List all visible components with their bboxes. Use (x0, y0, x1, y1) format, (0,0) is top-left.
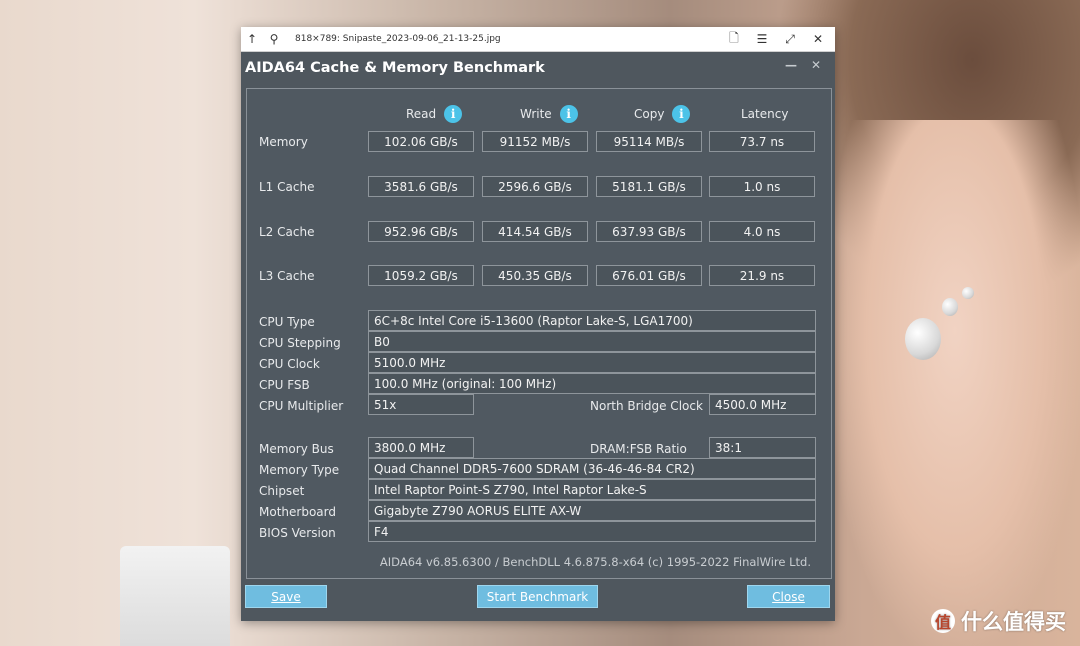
earring-pearl-tiny (962, 287, 974, 299)
row-label-l1: L1 Cache (259, 180, 315, 194)
minimize-icon[interactable]: — (785, 58, 797, 72)
document-icon[interactable]: 🗋 (723, 29, 745, 50)
window-titlebar: AIDA64 Cache & Memory Benchmark — ✕ (241, 52, 835, 84)
watermark-text: 什么值得买 (961, 610, 1066, 634)
up-arrow-icon[interactable]: ↑ (241, 32, 263, 46)
info-icon-write[interactable]: i (559, 105, 578, 123)
close-button-label: Close (772, 589, 805, 604)
cpu-stepping-value: B0 (368, 331, 816, 352)
close-window-icon[interactable]: ✕ (811, 58, 821, 72)
column-header-latency: Latency (741, 107, 788, 121)
l3-read-value: 1059.2 GB/s (368, 265, 474, 286)
dram-fsb-ratio-label: DRAM:FSB Ratio (590, 442, 687, 456)
l1-latency-value: 1.0 ns (709, 176, 815, 197)
write-label: Write (520, 107, 552, 121)
pin-icon[interactable]: ⚲ (263, 32, 285, 46)
l2-copy-value: 637.93 GB/s (596, 221, 702, 242)
close-icon[interactable]: ✕ (807, 32, 829, 46)
memory-write-value: 91152 MB/s (482, 131, 588, 152)
bios-version-value: F4 (368, 521, 816, 542)
l2-latency-value: 4.0 ns (709, 221, 815, 242)
start-benchmark-label: Start Benchmark (486, 589, 589, 604)
l1-read-value: 3581.6 GB/s (368, 176, 474, 197)
viewer-toolbar: ↑ ⚲ 818×789: Snipaste_2023-09-06_21-13-2… (241, 27, 835, 52)
memory-type-label: Memory Type (259, 463, 340, 477)
window-controls: — ✕ (785, 58, 821, 72)
chipset-value: Intel Raptor Point-S Z790, Intel Raptor … (368, 479, 816, 500)
save-button-label: Save (271, 589, 301, 604)
bios-version-label: BIOS Version (259, 526, 336, 540)
site-watermark: 值 什么值得买 (931, 606, 1066, 636)
cpu-clock-value: 5100.0 MHz (368, 352, 816, 373)
l2-read-value: 952.96 GB/s (368, 221, 474, 242)
background-cup (120, 546, 230, 646)
cpu-type-label: CPU Type (259, 315, 315, 329)
cpu-fsb-value: 100.0 MHz (original: 100 MHz) (368, 373, 816, 394)
column-header-read: Read i (406, 105, 463, 123)
window-title: AIDA64 Cache & Memory Benchmark (245, 60, 545, 76)
viewer-title: 818×789: Snipaste_2023-09-06_21-13-25.jp… (295, 34, 501, 44)
close-button[interactable]: Close (747, 585, 830, 608)
earring-pearl-large (905, 318, 941, 360)
watermark-logo-icon: 值 (931, 609, 955, 633)
cpu-clock-label: CPU Clock (259, 357, 320, 371)
copy-label: Copy (634, 107, 665, 121)
memory-copy-value: 95114 MB/s (596, 131, 702, 152)
expand-icon[interactable]: ⤢ (779, 32, 801, 47)
memory-read-value: 102.06 GB/s (368, 131, 474, 152)
memory-bus-label: Memory Bus (259, 442, 334, 456)
info-icon-read[interactable]: i (444, 105, 463, 123)
motherboard-value: Gigabyte Z790 AORUS ELITE AX-W (368, 500, 816, 521)
l3-copy-value: 676.01 GB/s (596, 265, 702, 286)
cpu-multiplier-value: 51x (368, 394, 474, 415)
latency-label: Latency (741, 107, 789, 121)
motherboard-label: Motherboard (259, 505, 336, 519)
chipset-label: Chipset (259, 484, 305, 498)
cpu-stepping-label: CPU Stepping (259, 336, 341, 350)
dram-fsb-ratio-value: 38:1 (709, 437, 816, 458)
column-header-write: Write i (520, 105, 578, 123)
list-icon[interactable]: ☰ (751, 32, 773, 46)
north-bridge-clock-label: North Bridge Clock (590, 399, 703, 413)
l3-write-value: 450.35 GB/s (482, 265, 588, 286)
north-bridge-clock-value: 4500.0 MHz (709, 394, 816, 415)
cpu-multiplier-label: CPU Multiplier (259, 399, 344, 413)
start-benchmark-button[interactable]: Start Benchmark (477, 585, 598, 608)
background-face (830, 120, 1080, 646)
row-label-memory: Memory (259, 135, 308, 149)
image-viewer-window: ↑ ⚲ 818×789: Snipaste_2023-09-06_21-13-2… (241, 27, 835, 621)
earring-pearl-small (942, 298, 958, 316)
memory-type-value: Quad Channel DDR5-7600 SDRAM (36-46-46-8… (368, 458, 816, 479)
memory-bus-value: 3800.0 MHz (368, 437, 474, 458)
benchmark-panel: Read i Write i Copy i Latency Memory 102… (246, 88, 832, 579)
row-label-l2: L2 Cache (259, 225, 315, 239)
cpu-fsb-label: CPU FSB (259, 378, 310, 392)
column-header-copy: Copy i (634, 105, 691, 123)
info-icon-copy[interactable]: i (672, 105, 691, 123)
l1-copy-value: 5181.1 GB/s (596, 176, 702, 197)
l2-write-value: 414.54 GB/s (482, 221, 588, 242)
row-label-l3: L3 Cache (259, 269, 315, 283)
l3-latency-value: 21.9 ns (709, 265, 815, 286)
version-footer: AIDA64 v6.85.6300 / BenchDLL 4.6.875.8-x… (379, 555, 811, 569)
read-label: Read (406, 107, 437, 121)
l1-write-value: 2596.6 GB/s (482, 176, 588, 197)
cpu-type-value: 6C+8c Intel Core i5-13600 (Raptor Lake-S… (368, 310, 816, 331)
save-button[interactable]: Save (245, 585, 327, 608)
memory-latency-value: 73.7 ns (709, 131, 815, 152)
